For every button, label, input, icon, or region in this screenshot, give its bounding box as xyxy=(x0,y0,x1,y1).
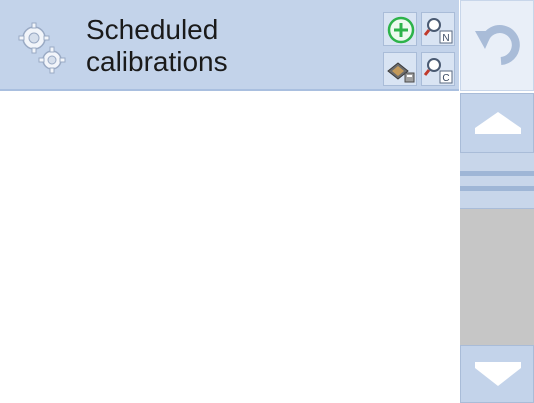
print-button[interactable] xyxy=(383,52,417,86)
add-button[interactable] xyxy=(383,12,417,46)
page-title-line2: calibrations xyxy=(86,46,228,77)
scroll-down-arrow-icon xyxy=(475,362,521,386)
page-title-line1: Scheduled xyxy=(86,14,219,45)
search-c-letter: C xyxy=(442,73,449,84)
scroll-up-arrow-icon xyxy=(475,112,521,134)
add-circle-icon xyxy=(387,16,415,44)
search-n-button[interactable]: N xyxy=(421,12,455,46)
scroll-up-button[interactable] xyxy=(460,93,534,153)
scrollbar-grip-line xyxy=(460,171,534,176)
scrollbar-grip-line xyxy=(460,186,534,191)
scrollbar-track[interactable] xyxy=(460,153,534,345)
search-n-icon: N xyxy=(423,18,453,44)
undo-arrow-icon xyxy=(475,25,520,65)
undo-button[interactable] xyxy=(460,0,534,91)
calibration-list xyxy=(0,91,459,403)
scheduled-calibrations-screen: Scheduled calibrations N C xyxy=(0,0,534,403)
page-title: Scheduled calibrations xyxy=(86,14,366,78)
header-bar: Scheduled calibrations N C xyxy=(0,0,459,91)
search-n-letter: N xyxy=(442,33,449,44)
print-icon xyxy=(387,62,415,83)
scroll-down-button[interactable] xyxy=(460,345,534,403)
scrollbar-thumb[interactable] xyxy=(460,153,534,209)
search-c-button[interactable]: C xyxy=(421,52,455,86)
search-c-icon: C xyxy=(423,58,453,84)
gears-icon xyxy=(12,18,74,80)
